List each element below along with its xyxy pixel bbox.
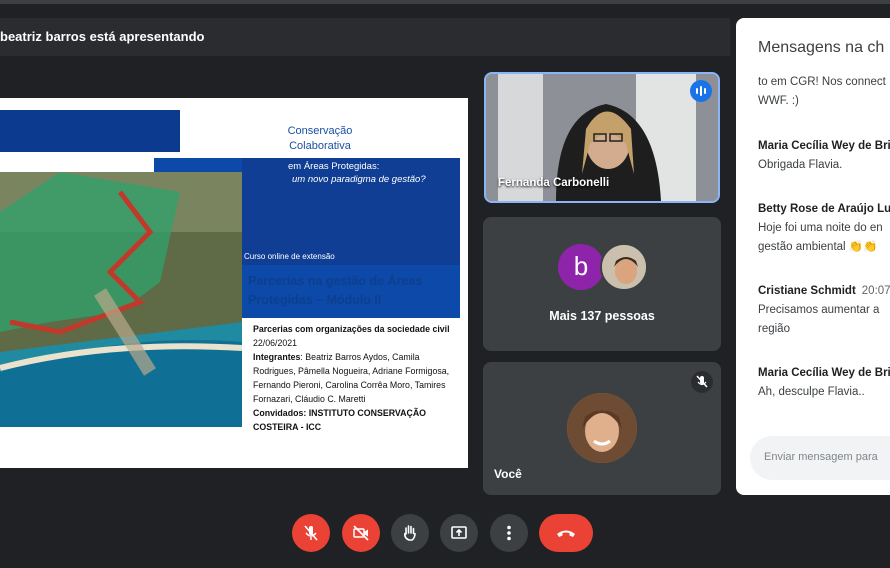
presenting-banner: beatriz barros está apresentando: [0, 18, 730, 56]
slide-guests-label: Convidados:: [253, 408, 307, 418]
raise-hand-icon: [404, 525, 416, 541]
end-call-icon: [557, 530, 575, 537]
participant-tile-self[interactable]: Você: [483, 362, 721, 495]
mic-off-icon: [691, 371, 713, 393]
speaking-indicator-icon: [690, 80, 712, 102]
chat-message: Maria Cecília Wey de Bri Ah, desculpe Fl…: [758, 364, 890, 402]
chat-sender: Betty Rose de Araújo Lu: [758, 203, 890, 215]
chat-message-continued: to em CGR! Nos connect WWF. :): [758, 73, 886, 111]
raise-hand-button[interactable]: [391, 514, 429, 552]
more-options-button[interactable]: [490, 514, 528, 552]
chat-message: Cristiane Schmidt 20:07 Precisamos aument…: [758, 282, 890, 339]
camera-off-icon: [353, 525, 369, 541]
slide-subtitle-line2: um novo paradigma de gestão?: [292, 174, 426, 185]
chat-message-text: Precisamos aumentar a: [758, 304, 880, 316]
chat-sender: Maria Cecília Wey de Bri: [758, 140, 890, 152]
mic-toggle-button[interactable]: [292, 514, 330, 552]
chat-message-text: gestão ambiental 👏👏: [758, 241, 878, 253]
chat-input[interactable]: Enviar mensagem para: [750, 436, 890, 480]
chat-message-text: Ah, desculpe Flavia..: [758, 386, 865, 398]
slide-topic: Parcerias com organizações da sociedade …: [253, 324, 450, 334]
end-call-button[interactable]: [539, 514, 593, 552]
presenting-text: beatriz barros está apresentando: [0, 29, 205, 44]
slide-subtitle: em Áreas Protegidas: um novo paradigma d…: [288, 160, 426, 186]
participant-tile-speaker[interactable]: Fernanda Carbonelli: [484, 72, 720, 203]
chat-message-text: WWF. :): [758, 95, 799, 107]
present-button[interactable]: [440, 514, 478, 552]
chat-sender: Maria Cecília Wey de Bri: [758, 367, 890, 379]
slide-title-line2: Colaborativa: [289, 140, 351, 152]
slide-course: Curso online de extensão: [244, 252, 335, 261]
top-strip: [0, 0, 890, 4]
avatar: [600, 243, 648, 291]
chat-sender: Cristiane Schmidt: [758, 285, 856, 297]
slide-subtitle-line1: em Áreas Protegidas:: [288, 161, 380, 172]
shared-slide: Conservação Colaborativa em Áreas Proteg…: [0, 98, 468, 468]
more-people-label: Mais 137 pessoas: [549, 309, 655, 323]
participant-tile-more[interactable]: b Mais 137 pessoas: [483, 217, 721, 351]
present-screen-icon: [451, 526, 467, 539]
chat-message: Maria Cecília Wey de Bri Obrigada Flavia…: [758, 137, 890, 175]
chat-message-text: Hoje foi uma noite do en: [758, 222, 883, 234]
chat-time: 20:07: [861, 285, 890, 297]
avatar-letter: b: [558, 244, 604, 290]
chat-title: Mensagens na ch: [758, 39, 885, 56]
slide-heading: Parcerias na gestão de Áreas Protegidas …: [248, 274, 423, 307]
chat-message: Betty Rose de Araújo Lu Hoje foi uma noi…: [758, 200, 890, 257]
self-name: Você: [494, 467, 522, 481]
mic-off-icon: [304, 525, 318, 541]
chat-message-text: to em CGR! Nos connect: [758, 76, 886, 88]
chat-input-placeholder: Enviar mensagem para: [764, 451, 878, 463]
chat-message-text: Obrigada Flavia.: [758, 159, 843, 171]
speaker-name: Fernanda Carbonelli: [498, 177, 610, 189]
more-options-icon: [507, 525, 511, 541]
chat-message-text: região: [758, 323, 790, 335]
slide-blue-bar: [0, 110, 180, 152]
chat-panel: Mensagens na ch to em CGR! Nos connect W…: [736, 18, 890, 495]
aerial-map-image: [0, 172, 242, 427]
slide-title-line1: Conservação: [287, 125, 353, 137]
slide-info: Parcerias com organizações da sociedade …: [253, 322, 458, 434]
camera-toggle-button[interactable]: [342, 514, 380, 552]
avatar: [567, 393, 637, 463]
slide-date: 22/06/2021: [253, 338, 298, 348]
slide-members-label: Integrantes: [253, 352, 301, 362]
slide-title: Conservação Colaborativa: [250, 124, 390, 154]
